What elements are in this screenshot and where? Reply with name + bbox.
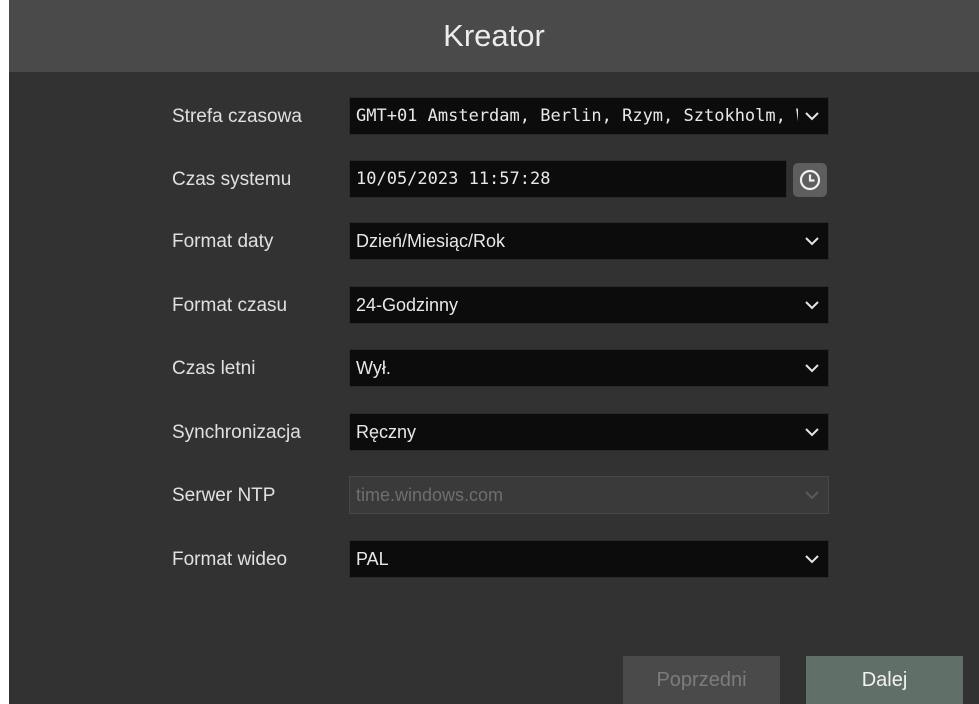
sync-label: Synchronizacja <box>172 422 301 443</box>
timezone-row: Strefa czasowa GMT+01 Amsterdam, Berlin,… <box>9 97 979 137</box>
date-format-value: Dzień/Miesiąc/Rok <box>356 231 506 251</box>
system-time-label: Czas systemu <box>172 169 292 190</box>
timezone-value: GMT+01 Amsterdam, Berlin, Rzym, Sztokhol… <box>356 106 798 126</box>
video-format-select[interactable]: PAL <box>349 540 829 578</box>
chevron-down-icon[interactable] <box>798 543 826 575</box>
chevron-down-icon[interactable] <box>798 416 826 448</box>
dialog-titlebar: Kreator <box>9 0 979 72</box>
next-button[interactable]: Dalej <box>806 656 963 704</box>
date-format-label: Format daty <box>172 231 274 252</box>
chevron-down-icon[interactable] <box>798 225 826 257</box>
clock-icon <box>799 169 821 191</box>
sync-row: Synchronizacja Ręczny <box>9 413 979 453</box>
time-format-select[interactable]: 24-Godzinny <box>349 286 829 324</box>
video-format-value: PAL <box>356 549 389 569</box>
dst-label: Czas letni <box>172 358 256 379</box>
wizard-dialog: Kreator Strefa czasowa GMT+01 Amsterdam,… <box>9 0 979 704</box>
ntp-server-select: time.windows.com <box>349 476 829 514</box>
sync-value: Ręczny <box>356 422 417 442</box>
system-time-input[interactable]: 10/05/2023 11:57:28 <box>349 160 787 198</box>
time-format-value: 24-Godzinny <box>356 295 459 315</box>
dst-row: Czas letni Wył. <box>9 349 979 389</box>
previous-button: Poprzedni <box>623 656 780 704</box>
chevron-down-icon[interactable] <box>798 352 826 384</box>
date-format-row: Format daty Dzień/Miesiąc/Rok <box>9 222 979 262</box>
chevron-down-icon <box>798 479 826 511</box>
ntp-server-row: Serwer NTP time.windows.com <box>9 476 979 516</box>
chevron-down-icon[interactable] <box>798 289 826 321</box>
video-format-row: Format wideo PAL <box>9 540 979 580</box>
date-format-select[interactable]: Dzień/Miesiąc/Rok <box>349 222 829 260</box>
dialog-title: Kreator <box>443 18 545 53</box>
sync-select[interactable]: Ręczny <box>349 413 829 451</box>
ntp-server-value: time.windows.com <box>356 485 504 505</box>
time-format-label: Format czasu <box>172 295 288 316</box>
video-format-label: Format wideo <box>172 549 288 570</box>
chevron-down-icon[interactable] <box>798 100 826 132</box>
timezone-select[interactable]: GMT+01 Amsterdam, Berlin, Rzym, Sztokhol… <box>349 97 829 135</box>
time-format-row: Format czasu 24-Godzinny <box>9 286 979 326</box>
system-time-value: 10/05/2023 11:57:28 <box>356 169 551 189</box>
clock-button[interactable] <box>793 163 827 197</box>
dst-select[interactable]: Wył. <box>349 349 829 387</box>
system-time-row: Czas systemu 10/05/2023 11:57:28 <box>9 160 979 200</box>
ntp-server-label: Serwer NTP <box>172 485 276 506</box>
dst-value: Wył. <box>356 358 391 378</box>
timezone-label: Strefa czasowa <box>172 106 302 127</box>
